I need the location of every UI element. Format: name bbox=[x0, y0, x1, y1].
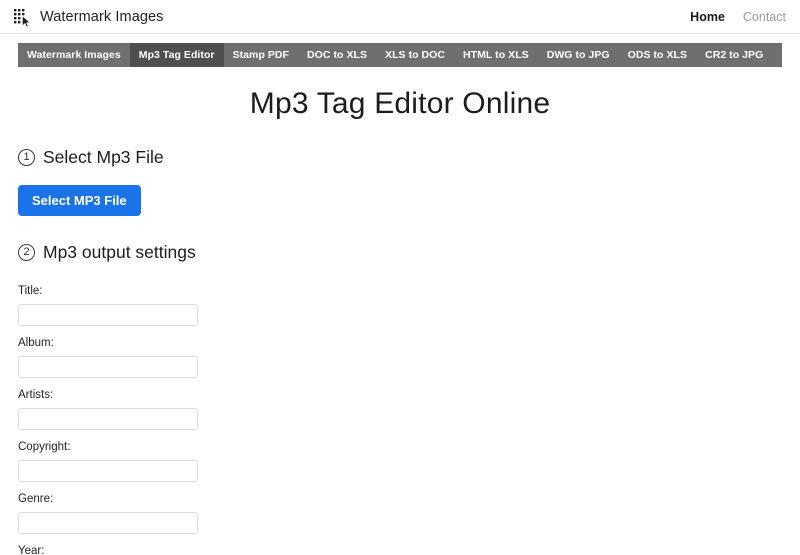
album-input[interactable] bbox=[18, 356, 198, 378]
field-title: Title: bbox=[18, 285, 782, 326]
step-2-heading: 2 Mp3 output settings bbox=[18, 242, 782, 263]
field-label-copyright: Copyright: bbox=[18, 441, 71, 453]
tab-cr2-to-jpg[interactable]: CR2 to JPG bbox=[696, 43, 772, 67]
brand-name: Watermark Images bbox=[40, 8, 164, 25]
tab-ods-to-xls[interactable]: ODS to XLS bbox=[619, 43, 696, 67]
site-header: Watermark Images Home Contact bbox=[0, 0, 800, 34]
step-1-heading: 1 Select Mp3 File bbox=[18, 147, 782, 168]
genre-input[interactable] bbox=[18, 512, 198, 534]
nav-link-contact[interactable]: Contact bbox=[743, 10, 786, 24]
artists-input[interactable] bbox=[18, 408, 198, 430]
page-title: Mp3 Tag Editor Online bbox=[249, 87, 551, 120]
tab-watermark-images[interactable]: Watermark Images bbox=[18, 43, 130, 67]
field-label-artists: Artists: bbox=[18, 389, 54, 401]
field-album: Album: bbox=[18, 337, 782, 378]
step-2-number: 2 bbox=[18, 244, 35, 261]
field-copyright: Copyright: bbox=[18, 441, 782, 482]
field-year: Year: bbox=[18, 545, 782, 555]
nav-link-home[interactable]: Home bbox=[690, 10, 725, 24]
tab-html-to-xls[interactable]: HTML to XLS bbox=[454, 43, 538, 67]
field-label-album: Album: bbox=[18, 337, 54, 349]
tab-xls-to-doc[interactable]: XLS to DOC bbox=[376, 43, 454, 67]
tab-mp3-tag-editor[interactable]: Mp3 Tag Editor bbox=[129, 43, 224, 67]
tab-doc-to-xls[interactable]: DOC to XLS bbox=[298, 43, 376, 67]
step-1-label: Select Mp3 File bbox=[43, 147, 164, 167]
tabbar-wrap: Watermark Images Mp3 Tag Editor Stamp PD… bbox=[0, 34, 800, 67]
main-content: 1 Select Mp3 File Select MP3 File 2 Mp3 … bbox=[0, 147, 800, 555]
field-label-genre: Genre: bbox=[18, 493, 54, 505]
field-artists: Artists: bbox=[18, 389, 782, 430]
title-input[interactable] bbox=[18, 304, 198, 326]
field-label-year: Year: bbox=[18, 545, 45, 555]
brand-link[interactable]: Watermark Images bbox=[12, 6, 164, 28]
field-genre: Genre: bbox=[18, 493, 782, 534]
step-1-number: 1 bbox=[18, 149, 35, 166]
tab-dwg-to-jpg[interactable]: DWG to JPG bbox=[538, 43, 619, 67]
tab-stamp-pdf[interactable]: Stamp PDF bbox=[224, 43, 298, 67]
dot-grid-cursor-icon bbox=[12, 6, 34, 28]
select-mp3-file-button[interactable]: Select MP3 File bbox=[18, 185, 141, 216]
mp3-settings-form: Title: Album: Artists: Copyright: Genre:… bbox=[18, 285, 782, 555]
field-label-title: Title: bbox=[18, 285, 43, 297]
tab-image-editor[interactable]: Image Editor bbox=[772, 43, 782, 67]
step-2-label: Mp3 output settings bbox=[43, 242, 196, 262]
tool-tabbar: Watermark Images Mp3 Tag Editor Stamp PD… bbox=[18, 43, 782, 67]
copyright-input[interactable] bbox=[18, 460, 198, 482]
header-nav: Home Contact bbox=[690, 10, 786, 24]
